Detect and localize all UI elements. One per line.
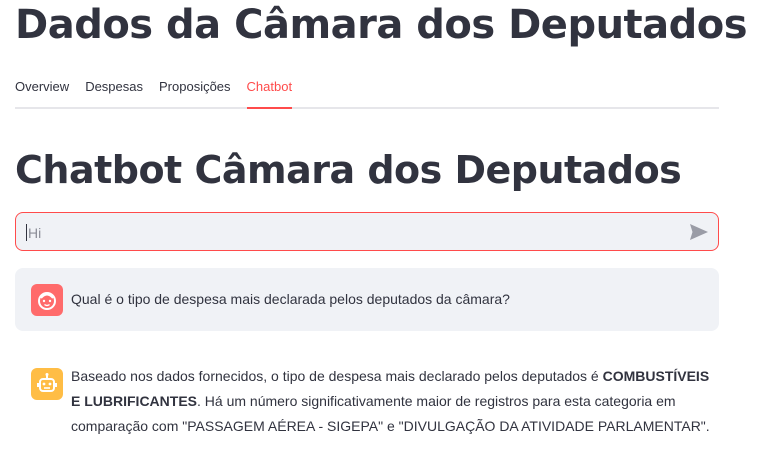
tab-chatbot[interactable]: Chatbot xyxy=(246,72,292,109)
chat-input[interactable] xyxy=(26,213,670,252)
text-caret xyxy=(26,224,27,241)
chat-message-assistant: Baseado nos dados fornecidos, o tipo de … xyxy=(15,356,719,466)
robot-icon xyxy=(31,368,63,400)
tab-overview[interactable]: Overview xyxy=(15,72,69,98)
tab-bar: Overview Despesas Proposições Chatbot xyxy=(15,72,719,109)
assistant-message-text: Baseado nos dados fornecidos, o tipo de … xyxy=(71,364,721,439)
page-title: Chatbot Câmara dos Deputados xyxy=(15,148,682,192)
user-face-icon xyxy=(31,284,63,316)
assistant-text-part: Baseado nos dados fornecidos, o tipo de … xyxy=(71,368,603,384)
app-title: Dados da Câmara dos Deputados xyxy=(15,2,748,48)
tab-despesas[interactable]: Despesas xyxy=(85,72,143,98)
tab-proposicoes[interactable]: Proposições xyxy=(159,72,231,98)
send-icon xyxy=(690,224,708,240)
send-button[interactable] xyxy=(688,221,710,243)
chat-input-container xyxy=(15,212,719,252)
user-message-text: Qual é o tipo de despesa mais declarada … xyxy=(71,291,510,307)
chat-message-user: Qual é o tipo de despesa mais declarada … xyxy=(15,268,719,331)
